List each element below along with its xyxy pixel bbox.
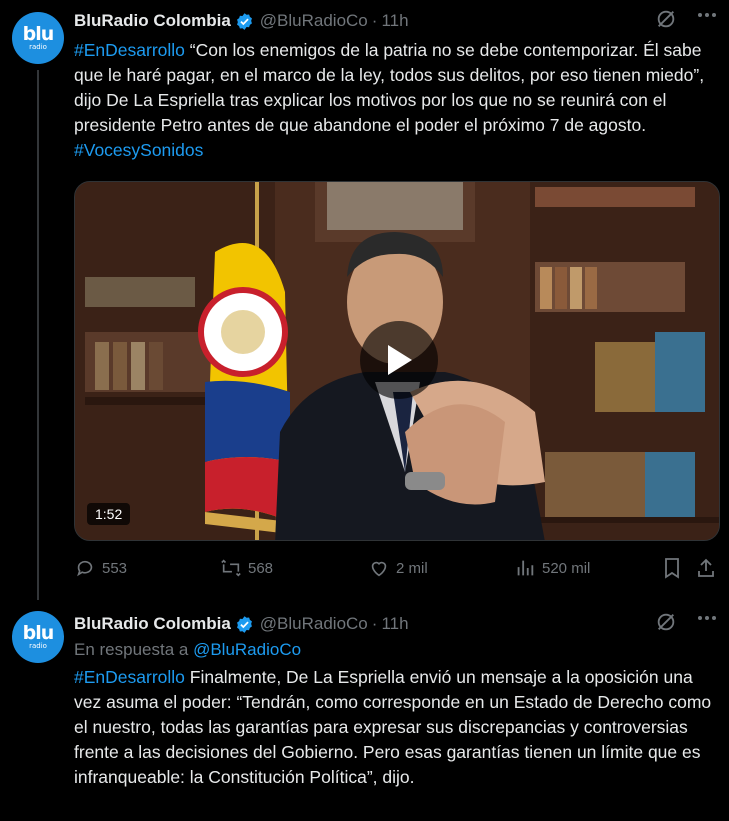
reply-handle-link[interactable]: @BluRadioCo <box>193 640 301 659</box>
tweet-text: #EnDesarrollo “Con los enemigos de la pa… <box>74 38 715 163</box>
views-icon <box>517 560 534 576</box>
avatar-logo-subtext: radio <box>29 641 47 650</box>
like-button[interactable]: 2 mil <box>368 557 428 579</box>
tweet[interactable]: blu radio BluRadio Colombia @BluRadioCo … <box>0 0 729 603</box>
user-handle[interactable]: @BluRadioCo <box>260 614 368 634</box>
like-count: 2 mil <box>396 559 428 577</box>
reply-prefix: En respuesta a <box>74 640 194 659</box>
play-icon <box>388 345 412 375</box>
timestamp[interactable]: 11h <box>381 614 408 634</box>
bookmark-button[interactable] <box>662 557 688 579</box>
more-icon[interactable] <box>697 615 717 621</box>
repost-count: 568 <box>248 559 274 577</box>
verified-badge-icon <box>235 615 254 634</box>
tweet-header: BluRadio Colombia @BluRadioCo · 11h <box>74 8 715 34</box>
avatar[interactable]: blu radio <box>12 611 64 663</box>
avatar-logo-text: blu <box>22 621 55 644</box>
timestamp[interactable]: 11h <box>381 11 408 31</box>
tweet-actions: 553 568 2 mil 520 mil <box>74 541 715 601</box>
verified-badge-icon <box>235 12 254 31</box>
reply-icon <box>77 560 93 577</box>
avatar-logo-text: blu <box>22 22 55 45</box>
video-duration: 1:52 <box>87 503 131 525</box>
bookmark-icon <box>665 558 679 579</box>
more-icon[interactable] <box>697 12 717 18</box>
reply-context: En respuesta a @BluRadioCo <box>74 640 715 660</box>
share-button[interactable] <box>696 557 722 579</box>
avatar-logo-subtext: radio <box>29 42 47 51</box>
hashtag-link[interactable]: #EnDesarrollo <box>74 40 185 60</box>
tweet-text: #EnDesarrollo Finalmente, De La Espriell… <box>74 665 715 790</box>
share-icon <box>698 558 714 577</box>
tweet-header: BluRadio Colombia @BluRadioCo · 11h <box>74 611 715 637</box>
play-button[interactable] <box>360 321 438 399</box>
display-name[interactable]: BluRadio Colombia <box>74 11 231 31</box>
hashtag-link[interactable]: #VocesySonidos <box>74 140 203 160</box>
repost-button[interactable]: 568 <box>220 557 273 579</box>
user-handle[interactable]: @BluRadioCo <box>260 11 368 31</box>
tweet[interactable]: blu radio BluRadio Colombia @BluRadioCo … <box>0 603 729 821</box>
view-count: 520 mil <box>542 559 591 577</box>
avatar[interactable]: blu radio <box>12 12 64 64</box>
separator-dot: · <box>371 614 378 633</box>
repost-icon <box>221 559 241 577</box>
heart-icon <box>371 561 387 577</box>
separator-dot: · <box>371 11 378 30</box>
grok-icon[interactable] <box>655 611 677 633</box>
video-player[interactable]: 1:52 <box>74 181 720 541</box>
grok-icon[interactable] <box>655 8 677 30</box>
hashtag-link[interactable]: #EnDesarrollo <box>74 667 185 687</box>
reply-count: 553 <box>102 559 128 577</box>
reply-button[interactable]: 553 <box>74 557 127 579</box>
display-name[interactable]: BluRadio Colombia <box>74 614 231 634</box>
views-button[interactable]: 520 mil <box>514 557 590 579</box>
